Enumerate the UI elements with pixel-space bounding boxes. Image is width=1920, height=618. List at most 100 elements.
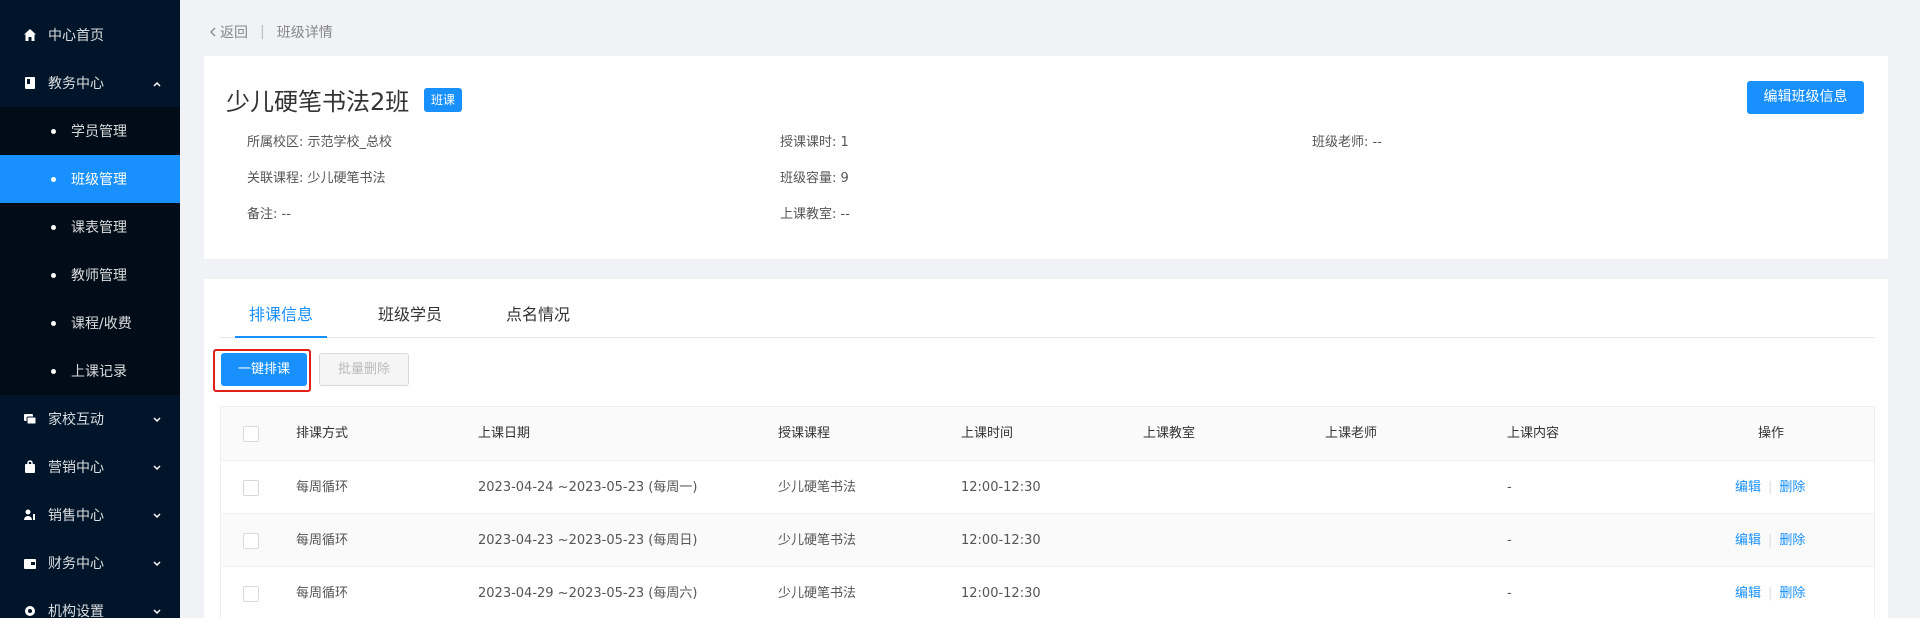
sub-label: 教师管理 xyxy=(71,268,127,284)
sub-label: 班级管理 xyxy=(71,172,127,188)
menu-item-org-settings[interactable]: 机构设置 xyxy=(0,587,180,618)
table-row: 每周循环 2023-04-23 ~2023-05-23 (每周日) 少儿硬笔书法… xyxy=(221,513,1874,566)
breadcrumb-current: 班级详情 xyxy=(276,25,333,41)
menu-item-home[interactable]: 中心首页 xyxy=(0,11,180,59)
action-divider: | xyxy=(1768,586,1773,601)
cell-time: 12:00-12:30 xyxy=(961,480,1041,495)
cell-content: - xyxy=(1507,480,1512,495)
back-link[interactable]: 返回 xyxy=(208,22,248,42)
menu-label-home: 中心首页 xyxy=(48,28,104,44)
batch-delete-button[interactable]: 批量删除 xyxy=(319,353,409,386)
cell-course: 少儿硬笔书法 xyxy=(778,586,857,601)
row-checkbox[interactable] xyxy=(243,480,259,496)
row-checkbox[interactable] xyxy=(243,586,259,602)
user-chart-icon xyxy=(23,508,37,522)
row-checkbox[interactable] xyxy=(243,533,259,549)
course-field: 关联课程: 少儿硬笔书法 xyxy=(247,171,386,186)
cell-actions: 编辑 | 删除 xyxy=(1735,514,1805,567)
chevron-down-icon xyxy=(152,461,162,477)
sidebar-item-records[interactable]: 上课记录 xyxy=(0,347,180,395)
cell-mode: 每周循环 xyxy=(296,533,349,548)
chevron-down-icon xyxy=(152,605,162,618)
menu-label-finance: 财务中心 xyxy=(48,556,104,572)
bullet-icon xyxy=(51,368,56,374)
class-info-card: 少儿硬笔书法2班 班课 编辑班级信息 所属校区: 示范学校_总校 授课课时: 1… xyxy=(204,56,1888,259)
menu-item-finance[interactable]: 财务中心 xyxy=(0,539,180,587)
teacher-field: 班级老师: -- xyxy=(1312,135,1382,150)
menu-label-sales: 销售中心 xyxy=(48,508,104,524)
sub-label: 课程/收费 xyxy=(71,316,132,332)
tab-attendance[interactable]: 点名情况 xyxy=(492,301,584,338)
header-actions: 操作 xyxy=(1758,426,1785,441)
class-type-badge: 班课 xyxy=(424,88,463,112)
capacity-field: 班级容量: 9 xyxy=(780,171,849,186)
cell-course: 少儿硬笔书法 xyxy=(778,480,857,495)
schedule-card: 排课信息 班级学员 点名情况 一键排课 批量删除 排课方式 上课日期 授课课程 … xyxy=(204,279,1888,618)
table-row: 每周循环 2023-04-24 ~2023-05-23 (每周一) 少儿硬笔书法… xyxy=(221,460,1874,513)
book-icon xyxy=(23,76,37,90)
menu-item-marketing[interactable]: 营销中心 xyxy=(0,443,180,491)
edit-link[interactable]: 编辑 xyxy=(1735,533,1761,548)
bag-icon xyxy=(23,460,37,474)
cell-content: - xyxy=(1507,533,1512,548)
select-all-checkbox[interactable] xyxy=(243,426,259,442)
delete-link[interactable]: 删除 xyxy=(1779,533,1805,548)
cell-mode: 每周循环 xyxy=(296,480,349,495)
sidebar-item-schedule[interactable]: 课表管理 xyxy=(0,203,180,251)
tab-bar: 排课信息 班级学员 点名情况 xyxy=(220,279,1875,338)
chevron-up-icon xyxy=(152,77,162,93)
bullet-icon xyxy=(51,128,56,134)
chevron-down-icon xyxy=(152,557,162,573)
bullet-icon xyxy=(51,320,56,326)
campus-field: 所属校区: 示范学校_总校 xyxy=(247,135,393,150)
academic-submenu: 学员管理 班级管理 课表管理 教师管理 课程/收费 上课记录 xyxy=(0,107,180,395)
delete-link[interactable]: 删除 xyxy=(1779,586,1805,601)
sidebar-item-students[interactable]: 学员管理 xyxy=(0,107,180,155)
chevron-down-icon xyxy=(152,509,162,525)
breadcrumb-separator: | xyxy=(260,24,265,40)
tab-class-students[interactable]: 班级学员 xyxy=(364,301,456,338)
bullet-icon xyxy=(51,224,56,230)
cell-course: 少儿硬笔书法 xyxy=(778,533,857,548)
chat-icon xyxy=(23,412,37,426)
back-label: 返回 xyxy=(220,25,248,41)
chevron-down-icon xyxy=(152,413,162,429)
home-icon xyxy=(23,28,37,42)
cell-time: 12:00-12:30 xyxy=(961,533,1041,548)
delete-link[interactable]: 删除 xyxy=(1779,480,1805,495)
classroom-field: 上课教室: -- xyxy=(780,207,850,222)
header-classroom: 上课教室 xyxy=(1143,426,1196,441)
cell-date: 2023-04-29 ~2023-05-23 (每周六) xyxy=(478,586,698,601)
header-time: 上课时间 xyxy=(961,426,1014,441)
sub-label: 学员管理 xyxy=(71,124,127,140)
sidebar: 中心首页 教务中心 学员管理 班级管理 课表管理 教师管理 课程/收费 上课记录… xyxy=(0,0,180,618)
menu-item-home-school[interactable]: 家校互动 xyxy=(0,395,180,443)
edit-link[interactable]: 编辑 xyxy=(1735,586,1761,601)
header-teacher: 上课老师 xyxy=(1325,426,1378,441)
sidebar-item-courses[interactable]: 课程/收费 xyxy=(0,299,180,347)
wallet-icon xyxy=(23,556,37,570)
cell-date: 2023-04-24 ~2023-05-23 (每周一) xyxy=(478,480,698,495)
cell-actions: 编辑 | 删除 xyxy=(1735,567,1805,618)
chevron-left-icon xyxy=(208,26,218,38)
sidebar-item-teachers[interactable]: 教师管理 xyxy=(0,251,180,299)
schedule-table: 排课方式 上课日期 授课课程 上课时间 上课教室 上课老师 上课内容 操作 每周… xyxy=(220,406,1875,618)
edit-link[interactable]: 编辑 xyxy=(1735,480,1761,495)
table-header: 排课方式 上课日期 授课课程 上课时间 上课教室 上课老师 上课内容 操作 xyxy=(221,407,1874,460)
bullet-icon xyxy=(51,272,56,278)
cell-mode: 每周循环 xyxy=(296,586,349,601)
header-mode: 排课方式 xyxy=(296,426,349,441)
header-course: 授课课程 xyxy=(778,426,831,441)
sidebar-item-classes[interactable]: 班级管理 xyxy=(0,155,180,203)
action-divider: | xyxy=(1768,533,1773,548)
bullet-icon xyxy=(51,176,56,182)
note-field: 备注: -- xyxy=(247,207,291,222)
table-row: 每周循环 2023-04-29 ~2023-05-23 (每周六) 少儿硬笔书法… xyxy=(221,566,1874,618)
one-click-schedule-button[interactable]: 一键排课 xyxy=(221,353,307,386)
sub-label: 上课记录 xyxy=(71,364,127,380)
tab-schedule-info[interactable]: 排课信息 xyxy=(235,301,328,338)
menu-item-academic[interactable]: 教务中心 xyxy=(0,59,180,107)
hours-field: 授课课时: 1 xyxy=(780,135,849,150)
edit-class-button[interactable]: 编辑班级信息 xyxy=(1747,81,1864,114)
menu-item-sales[interactable]: 销售中心 xyxy=(0,491,180,539)
